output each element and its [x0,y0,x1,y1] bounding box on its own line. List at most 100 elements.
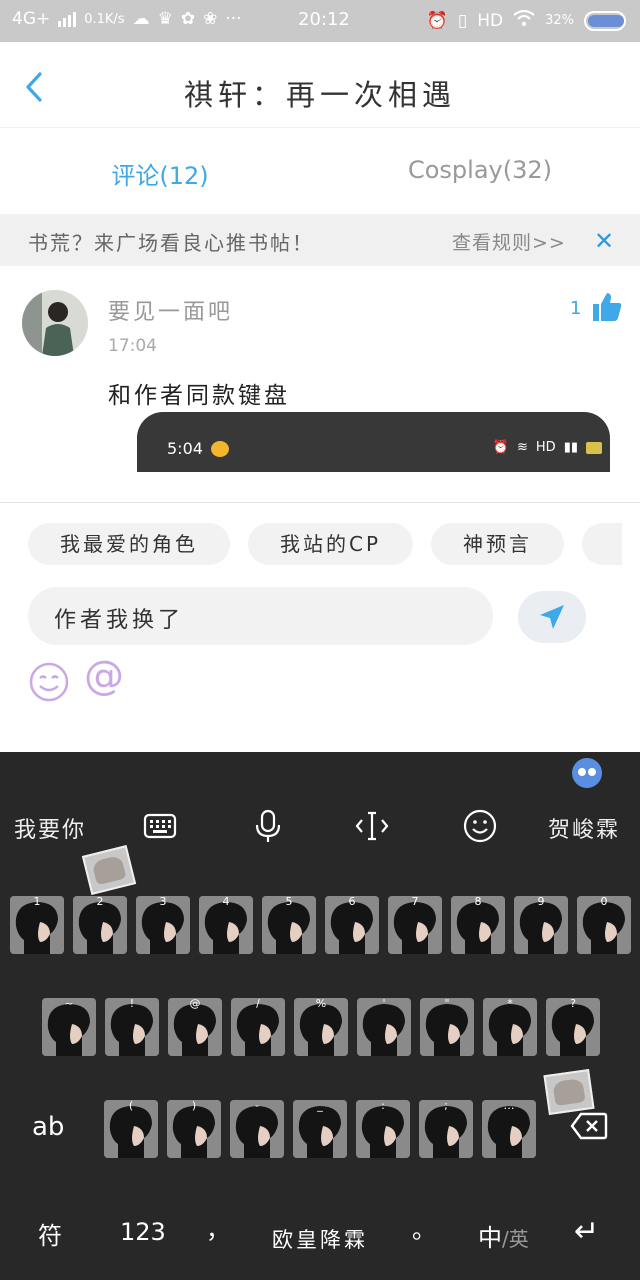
key-label: 5 [285,896,293,908]
key-label: @ [189,998,201,1010]
key-lang-toggle[interactable]: 中/英 [478,1218,529,1253]
key-period[interactable]: 。 [412,1210,436,1245]
key-label: " [444,998,450,1010]
comment-text: 和作者同款键盘 [108,383,290,409]
key[interactable]: 7 [388,896,442,954]
phrase-suggestion-left[interactable]: 我要你 [14,812,86,844]
key-backspace[interactable] [570,1112,608,1146]
key[interactable]: ? [546,998,600,1056]
key[interactable]: ( [104,1100,158,1158]
chip-more[interactable] [582,523,623,565]
key[interactable]: 5 [262,896,316,954]
notice-text[interactable]: 书荒？来广场看良心推书帖！ [28,227,314,256]
backspace-icon [570,1112,608,1140]
tab-bar: 评论(12) Cosplay(32) [0,130,640,212]
wifi-icon: ≋ [516,440,528,455]
key[interactable]: ' [357,998,411,1056]
hd-indicator: HD [477,10,504,31]
key-label: ~ [64,998,74,1010]
key[interactable]: 0 [577,896,631,954]
keyboard-bottom-row: 符 123 ， 欧皇降霖 。 中/英 ↵ [0,1206,640,1256]
key[interactable]: _ [293,1100,347,1158]
key[interactable]: 8 [451,896,505,954]
key-label: / [256,998,260,1010]
key[interactable]: : [356,1100,410,1158]
thumbs-up-icon[interactable] [590,290,624,324]
key[interactable]: - [230,1100,284,1158]
cursor-move-icon[interactable] [354,808,390,844]
comment-input[interactable]: 作者我换了 [28,587,493,645]
key-label: 2 [96,896,104,908]
phrase-suggestion-right[interactable]: 贺峻霖 [548,812,620,844]
tab-comments[interactable]: 评论(12) [0,130,320,212]
key[interactable]: @ [168,998,222,1056]
key-label: 6 [348,896,356,908]
more-icon: ··· [225,9,242,29]
battery-percent: 32% [545,13,574,28]
comment-image[interactable]: 5:04 ⏰ ≋ HD ▮▮ [137,412,610,472]
key-numbers[interactable]: 123 [120,1218,166,1246]
key[interactable]: / [231,998,285,1056]
emoji-button[interactable] [28,661,70,703]
close-icon[interactable]: ✕ [594,227,614,255]
chip-prophecy[interactable]: 神预言 [431,523,565,565]
key-label: ? [570,998,576,1010]
key-label: 8 [474,896,482,908]
key-label: 1 [33,896,41,908]
key-comma[interactable]: ， [206,1210,230,1245]
keyboard-mascot-icon[interactable] [572,758,602,788]
status-bar: 4G+ 0.1K/s ☁ ♛ ✿ ❀ ··· 20:12 ⏰ ▯ HD 32% [0,0,640,42]
key[interactable]: ~ [42,998,96,1056]
key-label: 4 [222,896,230,908]
key[interactable]: ! [105,998,159,1056]
view-rules-link[interactable]: 查看规则>> [452,228,566,255]
emoji-icon[interactable] [462,808,498,844]
key-label: ) [191,1100,197,1112]
network-speed: 0.1K/s [84,11,125,27]
keyboard: 我要你 贺峻霖 1 2 3 4 5 6 7 8 9 0 ~! @ /% ' " *?() - _:;… ab 符 … [0,752,640,1280]
key-symbols[interactable]: 符 [38,1216,62,1251]
key[interactable]: " [420,998,474,1056]
wifi-icon [513,9,535,32]
comment-username[interactable]: 要见一面吧 [108,294,233,326]
weibo-icon [211,441,229,457]
image-time: 5:04 [167,439,203,458]
chip-favorite-character[interactable]: 我最爱的角色 [28,523,230,565]
send-button[interactable] [518,591,586,643]
key[interactable]: ) [167,1100,221,1158]
chip-my-cp[interactable]: 我站的CP [248,523,414,565]
tab-cosplay[interactable]: Cosplay(32) [320,130,640,212]
mention-button[interactable]: @ [84,653,124,699]
key-label: - [255,1100,259,1112]
key[interactable]: 6 [325,896,379,954]
key[interactable]: 3 [136,896,190,954]
microphone-icon[interactable] [250,808,286,844]
vibrate-icon: ▯ [457,10,468,31]
lang-en: /英 [502,1227,529,1251]
key[interactable]: % [294,998,348,1056]
key[interactable]: … [482,1100,536,1158]
comment-input-value: 作者我换了 [54,608,185,633]
comment-input-panel: 我最爱的角色 我站的CP 神预言 作者我换了 @ [0,502,640,752]
comment-time: 17:04 [108,336,157,356]
clock: 20:12 [298,9,350,30]
key-ab[interactable]: ab [32,1112,64,1142]
key-label: % [315,998,327,1010]
key-space[interactable]: 欧皇降霖 [272,1224,368,1254]
key[interactable]: 9 [514,896,568,954]
alarm-icon: ⏰ [492,440,509,455]
key[interactable]: 1 [10,896,64,954]
alarm-icon: ⏰ [426,10,448,31]
key-label: ( [128,1100,134,1112]
keyboard-icon[interactable] [142,808,178,844]
key[interactable]: * [483,998,537,1056]
key-enter[interactable]: ↵ [574,1214,599,1249]
header: 祺轩：再一次相遇 [0,42,640,128]
key[interactable]: ; [419,1100,473,1158]
battery-icon [584,10,626,31]
key[interactable]: 4 [199,896,253,954]
key-label: ! [129,998,135,1010]
key[interactable]: 2 [73,896,127,954]
topic-chips: 我最爱的角色 我站的CP 神预言 [28,523,623,565]
avatar[interactable] [22,290,88,356]
